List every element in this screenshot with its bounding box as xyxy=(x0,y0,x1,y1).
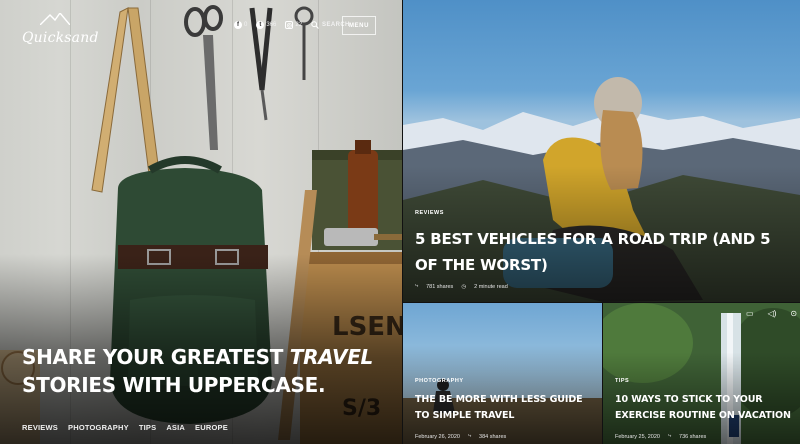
tag-link[interactable]: EUROPE xyxy=(195,423,228,432)
logo-text: Quicksand xyxy=(22,30,99,46)
feature-read-time: 2 minute read xyxy=(474,283,508,290)
share-icon: ⤷ xyxy=(415,283,419,289)
hero-title-emphasis: TRAVEL xyxy=(289,345,374,369)
card-shares: 384 shares xyxy=(479,433,507,440)
card-meta: February 26, 2020 ⤷ 384 shares xyxy=(415,433,506,440)
tag-link[interactable]: REVIEWS xyxy=(22,423,58,432)
hero-title-part: SHARE YOUR GREATEST xyxy=(22,345,290,369)
social-bar: f 0 t 366 ◎ 22 SEARCH xyxy=(234,21,350,29)
social-instagram[interactable]: ◎ 22 xyxy=(285,21,302,29)
tag-link[interactable]: TIPS xyxy=(139,423,156,432)
hero-title-part: STORIES WITH UPPERCASE. xyxy=(22,373,326,397)
play-icon[interactable]: ▭ xyxy=(746,309,754,318)
video-controls: ▭ ◁) ⊙ xyxy=(746,309,797,318)
card-date: February 25, 2020 xyxy=(615,433,660,440)
card-shares: 736 shares xyxy=(679,433,707,440)
more-icon[interactable]: ⊙ xyxy=(790,309,797,318)
share-icon: ⤷ xyxy=(467,433,472,439)
share-icon: ⤷ xyxy=(667,433,672,439)
card-title[interactable]: THE BE MORE WITH LESS GUIDE TO SIMPLE TR… xyxy=(415,392,595,424)
site-logo[interactable]: Quicksand xyxy=(22,11,99,46)
instagram-count: 22 xyxy=(295,22,303,28)
hero-title[interactable]: SHARE YOUR GREATEST TRAVEL STORIES WITH … xyxy=(22,343,382,399)
facebook-icon: f xyxy=(234,21,242,29)
twitter-count: 366 xyxy=(266,22,277,28)
menu-button[interactable]: MENU xyxy=(342,16,376,35)
card-title[interactable]: 10 WAYS TO STICK TO YOUR EXERCISE ROUTIN… xyxy=(615,392,795,424)
feature-category[interactable]: REVIEWS xyxy=(415,210,444,216)
clock-icon: ◷ xyxy=(461,283,467,290)
twitter-icon: t xyxy=(256,21,265,29)
tag-link[interactable]: ASIA xyxy=(166,423,185,432)
feature-article[interactable]: REVIEWS 5 BEST VEHICLES FOR A ROAD TRIP … xyxy=(403,0,800,302)
hero-tags: REVIEWS PHOTOGRAPHY TIPS ASIA EUROPE xyxy=(22,423,228,432)
feature-title[interactable]: 5 BEST VEHICLES FOR A ROAD TRIP (AND 5 O… xyxy=(415,226,795,278)
mountain-icon xyxy=(39,11,71,26)
volume-icon[interactable]: ◁) xyxy=(768,309,777,318)
social-twitter[interactable]: t 366 xyxy=(256,21,276,29)
feature-meta: ⤷ 781 shares ◷ 2 minute read xyxy=(415,283,508,290)
card-meta: February 25, 2020 ⤷ 736 shares xyxy=(615,433,706,440)
hero-article[interactable]: LSEN S/3 Quicksand f 0 xyxy=(0,0,402,444)
facebook-count: 0 xyxy=(244,22,248,28)
feature-shares: 781 shares xyxy=(426,283,454,290)
tag-link[interactable]: PHOTOGRAPHY xyxy=(68,423,129,432)
instagram-icon: ◎ xyxy=(285,21,294,29)
search-icon xyxy=(311,21,319,29)
card-category[interactable]: TIPS xyxy=(615,378,629,384)
card-date: February 26, 2020 xyxy=(415,433,460,440)
social-facebook[interactable]: f 0 xyxy=(234,21,247,29)
card-category[interactable]: PHOTOGRAPHY xyxy=(415,378,464,384)
